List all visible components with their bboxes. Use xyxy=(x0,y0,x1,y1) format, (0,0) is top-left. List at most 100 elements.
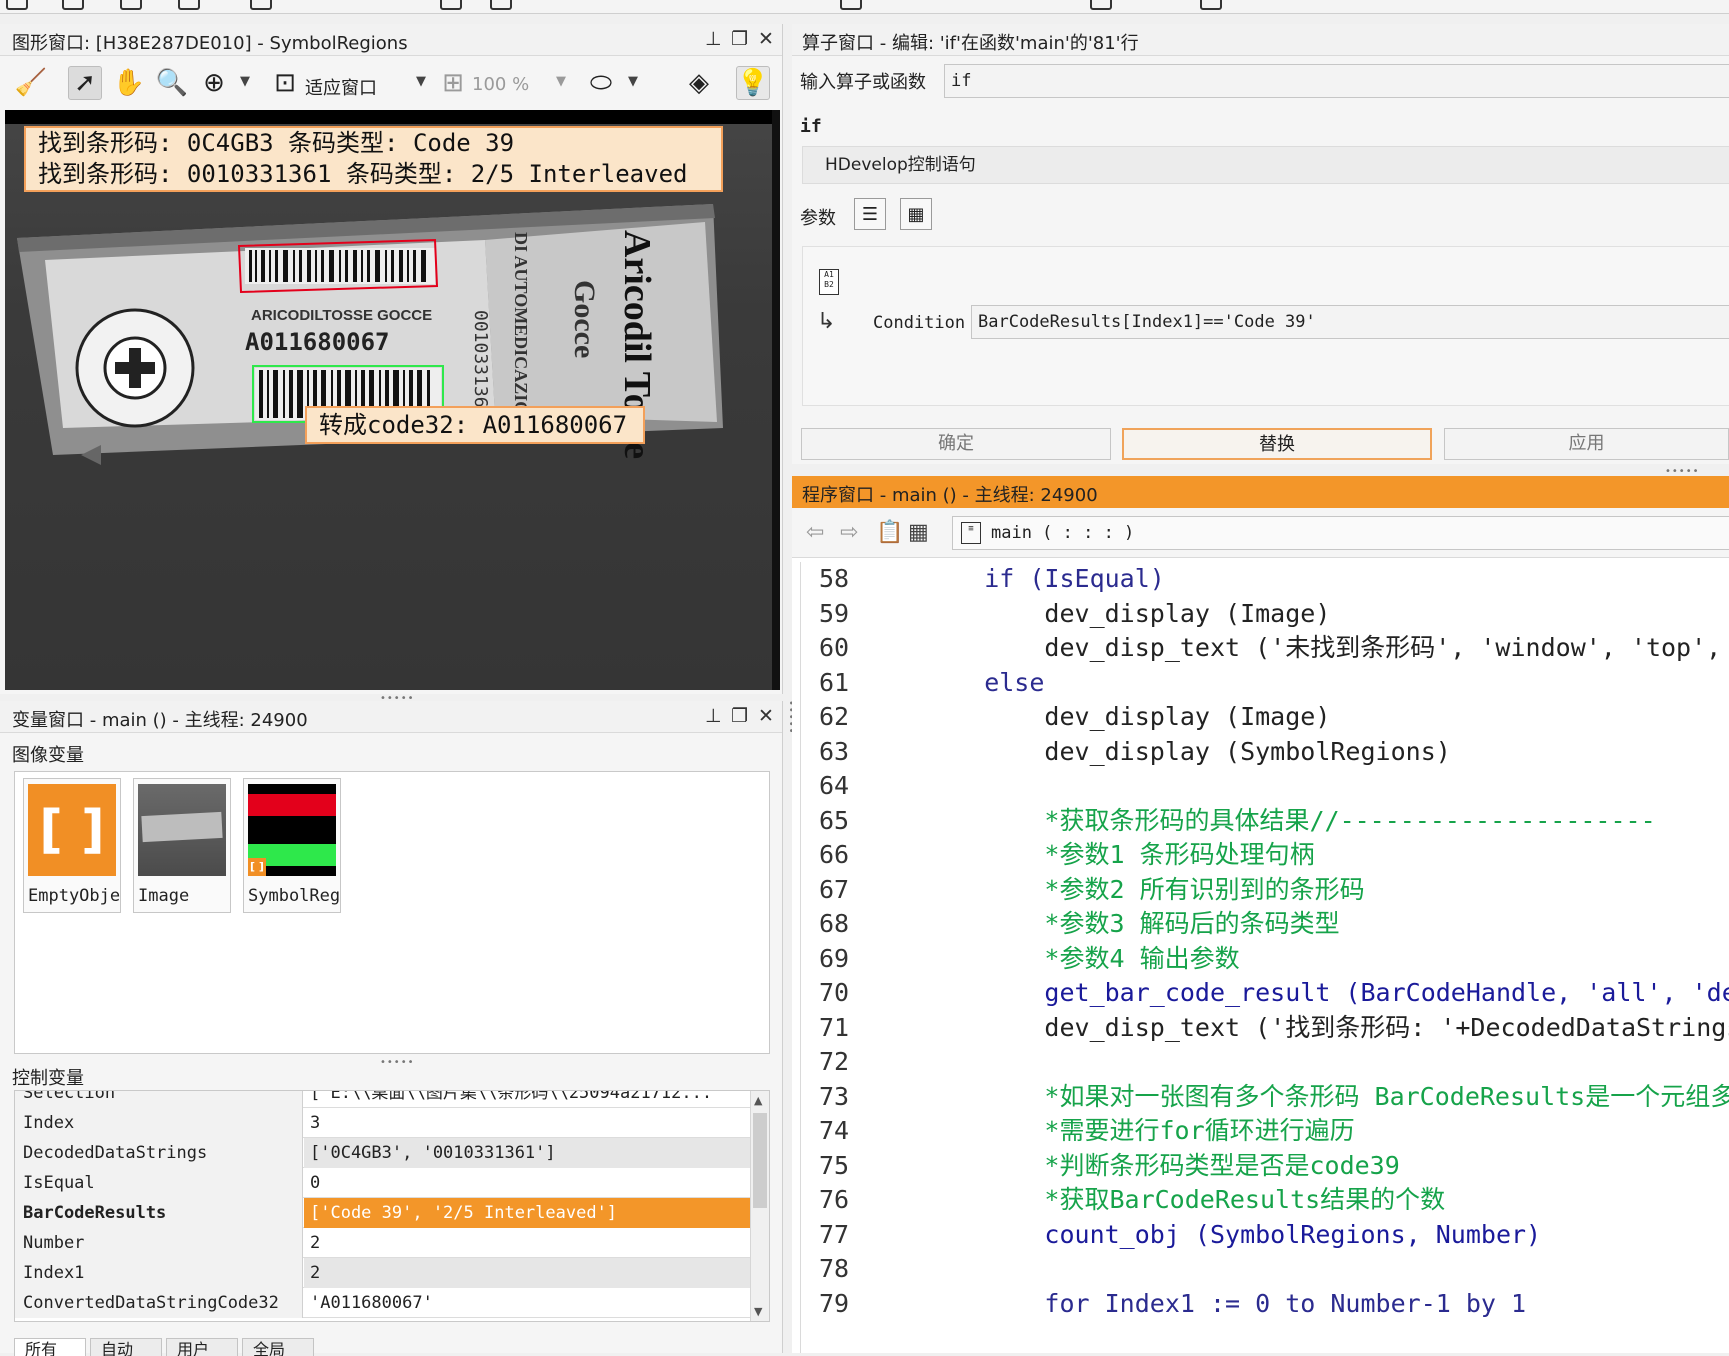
code-line[interactable]: 66 *参数1 条形码处理句柄 xyxy=(801,838,1729,873)
zoom-in-icon[interactable]: ⊕ xyxy=(197,66,231,100)
code-editor[interactable]: 58 if (IsEqual) 59 dev_display (Image) 60 … xyxy=(800,562,1729,1353)
control-vars-scrollbar[interactable]: ▲ ▼ xyxy=(750,1091,769,1321)
scrollbar-thumb[interactable] xyxy=(753,1113,767,1208)
layers-icon[interactable]: ◈ xyxy=(682,66,716,100)
code-line[interactable]: 79 for Index1 := 0 to Number-1 by 1 xyxy=(801,1287,1729,1322)
program-window-titlebar[interactable]: 程序窗口 - main () - 主线程: 24900 xyxy=(792,476,1729,508)
magnifier-icon[interactable]: 🔍 xyxy=(155,66,189,100)
code-text: dev_display (Image) xyxy=(924,597,1330,632)
toolbar-icon[interactable] xyxy=(840,0,862,10)
fit-window-icon[interactable]: ⊡ xyxy=(268,66,302,100)
scroll-up-icon[interactable]: ▲ xyxy=(754,1094,762,1107)
replace-button[interactable]: 替换 xyxy=(1122,428,1432,460)
toolbar-icon[interactable] xyxy=(1090,0,1112,10)
toolbar-icon[interactable] xyxy=(1200,0,1222,10)
zoom-level-chevron-icon[interactable]: ▼ xyxy=(556,74,566,89)
table-row[interactable]: ConvertedDataStringCode32 'A011680067' xyxy=(15,1288,751,1318)
lightbulb-icon[interactable]: 💡 xyxy=(736,66,770,100)
draw-region-chevron-icon[interactable]: ▼ xyxy=(628,74,638,89)
float-window-icon[interactable]: ❐ xyxy=(731,28,748,50)
pin-icon[interactable]: ⊥ xyxy=(705,28,722,50)
code-line[interactable]: 58 if (IsEqual) xyxy=(801,562,1729,597)
zoom-dropdown-chevron-icon[interactable]: ▼ xyxy=(240,74,250,89)
splitter-handle[interactable]: ••••• xyxy=(380,1057,415,1068)
image-var-name: Image xyxy=(138,886,190,906)
forward-arrow-icon[interactable]: ⇨ xyxy=(840,520,858,545)
tab-global[interactable]: 全局 xyxy=(242,1338,314,1356)
graphics-canvas[interactable]: ARICODILTOSSE GOCCE A011680067 Aricodil … xyxy=(5,110,780,690)
table-row[interactable]: Selection ['E:\\桌面\\图片集\\条形码\\25094a2171… xyxy=(15,1091,751,1108)
params-list-view-icon[interactable]: ☰ xyxy=(854,198,886,230)
line-number: 78 xyxy=(819,1254,850,1283)
fit-window-button[interactable]: 适应窗口 xyxy=(305,74,377,100)
close-icon[interactable]: ✕ xyxy=(758,705,774,727)
fit-window-chevron-icon[interactable]: ▼ xyxy=(416,74,426,89)
table-row[interactable]: IsEqual 0 xyxy=(15,1168,751,1198)
code-line[interactable]: 71 dev_disp_text ('找到条形码: '+DecodedDataS… xyxy=(801,1011,1729,1046)
variable-window-titlebar[interactable]: 变量窗口 - main () - 主线程: 24900 ⊥ ❐ ✕ xyxy=(0,701,782,733)
clipboard-icon[interactable]: 📋 xyxy=(876,520,903,545)
code-line[interactable]: 59 dev_display (Image) xyxy=(801,597,1729,632)
tab-auto[interactable]: 自动 xyxy=(90,1338,162,1356)
code-line[interactable]: 72 xyxy=(801,1045,1729,1080)
table-row[interactable]: DecodedDataStrings ['0C4GB3', '001033136… xyxy=(15,1138,751,1168)
pin-icon[interactable]: ⊥ xyxy=(705,705,722,727)
code-line[interactable]: 78 xyxy=(801,1252,1729,1287)
tab-user[interactable]: 用户 xyxy=(166,1338,238,1356)
image-var-symbolregions[interactable]: [ ] SymbolRegi xyxy=(243,778,341,913)
draw-region-icon[interactable]: ⬭ xyxy=(584,66,618,100)
image-var-image[interactable]: Image xyxy=(133,778,231,913)
code-line[interactable]: 65 *获取条形码的具体结果//--------------------- xyxy=(801,804,1729,839)
close-icon[interactable]: ✕ xyxy=(758,28,774,50)
graphics-window-titlebar[interactable]: 图形窗口: [H38E287DE010] - SymbolRegions ⊥ ❐… xyxy=(0,24,782,56)
var-value: 3 xyxy=(310,1113,321,1133)
hand-pan-icon[interactable]: ✋ xyxy=(112,66,146,100)
params-table-view-icon[interactable]: ▦ xyxy=(900,198,932,230)
toolbar-icon[interactable] xyxy=(440,0,462,10)
image-var-emptyobject[interactable]: [ ] EmptyObjec xyxy=(23,778,121,913)
code-line[interactable]: 61 else xyxy=(801,666,1729,701)
float-window-icon[interactable]: ❐ xyxy=(731,705,748,727)
toolbar-icon[interactable] xyxy=(250,0,272,10)
code-line[interactable]: 60 dev_disp_text ('未找到条形码', 'window', 't… xyxy=(801,631,1729,666)
clear-window-icon[interactable]: 🧹 xyxy=(14,66,48,100)
code-line[interactable]: 74 *需要进行for循环进行遍历 xyxy=(801,1114,1729,1149)
line-number: 71 xyxy=(819,1012,850,1042)
back-arrow-icon[interactable]: ⇦ xyxy=(806,520,824,545)
toolbar-icon[interactable] xyxy=(62,0,84,10)
code-line[interactable]: 63 dev_display (SymbolRegions) xyxy=(801,735,1729,770)
code-text: *参数3 解码后的条码类型 xyxy=(924,907,1339,942)
code-line[interactable]: 62 dev_display (Image) xyxy=(801,700,1729,735)
procedure-selector[interactable]: ≡ main ( : : : ) xyxy=(952,516,1729,550)
scroll-down-icon[interactable]: ▼ xyxy=(754,1305,762,1318)
code-line[interactable]: 64 xyxy=(801,769,1729,804)
toolbar-icon[interactable] xyxy=(6,0,28,10)
toolbar-icon[interactable] xyxy=(120,0,142,10)
table-row[interactable]: Index 3 xyxy=(15,1108,751,1138)
condition-input[interactable]: BarCodeResults[Index1]=='Code 39' xyxy=(971,305,1729,339)
pointer-icon[interactable]: ➚ xyxy=(68,66,102,100)
code-line[interactable]: 67 *参数2 所有识别到的条形码 xyxy=(801,873,1729,908)
table-row-selected[interactable]: BarCodeResults ['Code 39', '2/5 Interlea… xyxy=(15,1198,751,1228)
code-text: dev_display (SymbolRegions) xyxy=(924,735,1450,770)
operator-window-titlebar[interactable]: 算子窗口 - 编辑: 'if'在函数'main'的'81'行 xyxy=(792,24,1729,56)
toolbar-icon[interactable] xyxy=(490,0,512,10)
apply-button[interactable]: 应用 xyxy=(1444,428,1729,460)
code-line[interactable]: 73 *如果对一张图有多个条形码 BarCodeResults是一个元组多 xyxy=(801,1080,1729,1115)
table-row[interactable]: Index1 2 xyxy=(15,1258,751,1288)
code-text: dev_display (Image) xyxy=(924,700,1330,735)
code-line[interactable]: 70 get_bar_code_result (BarCodeHandle, '… xyxy=(801,976,1729,1011)
code-line[interactable]: 75 *判断条形码类型是否是code39 xyxy=(801,1149,1729,1184)
tab-all[interactable]: 所有 xyxy=(14,1338,86,1356)
code-text: *如果对一张图有多个条形码 BarCodeResults是一个元组多 xyxy=(924,1080,1729,1115)
ok-button[interactable]: 确定 xyxy=(801,428,1111,460)
toolbar-icon[interactable] xyxy=(178,0,200,10)
table-row[interactable]: Number 2 xyxy=(15,1228,751,1258)
code-line[interactable]: 77 count_obj (SymbolRegions, Number) xyxy=(801,1218,1729,1253)
operator-search-input[interactable]: if xyxy=(944,64,1729,98)
code-line[interactable]: 76 *获取BarCodeResults结果的个数 xyxy=(801,1183,1729,1218)
code-line[interactable]: 69 *参数4 输出参数 xyxy=(801,942,1729,977)
grid-view-icon[interactable]: ▦ xyxy=(908,520,929,545)
code-line[interactable]: 68 *参数3 解码后的条码类型 xyxy=(801,907,1729,942)
zoom-level-field[interactable]: 100 % xyxy=(472,74,529,95)
